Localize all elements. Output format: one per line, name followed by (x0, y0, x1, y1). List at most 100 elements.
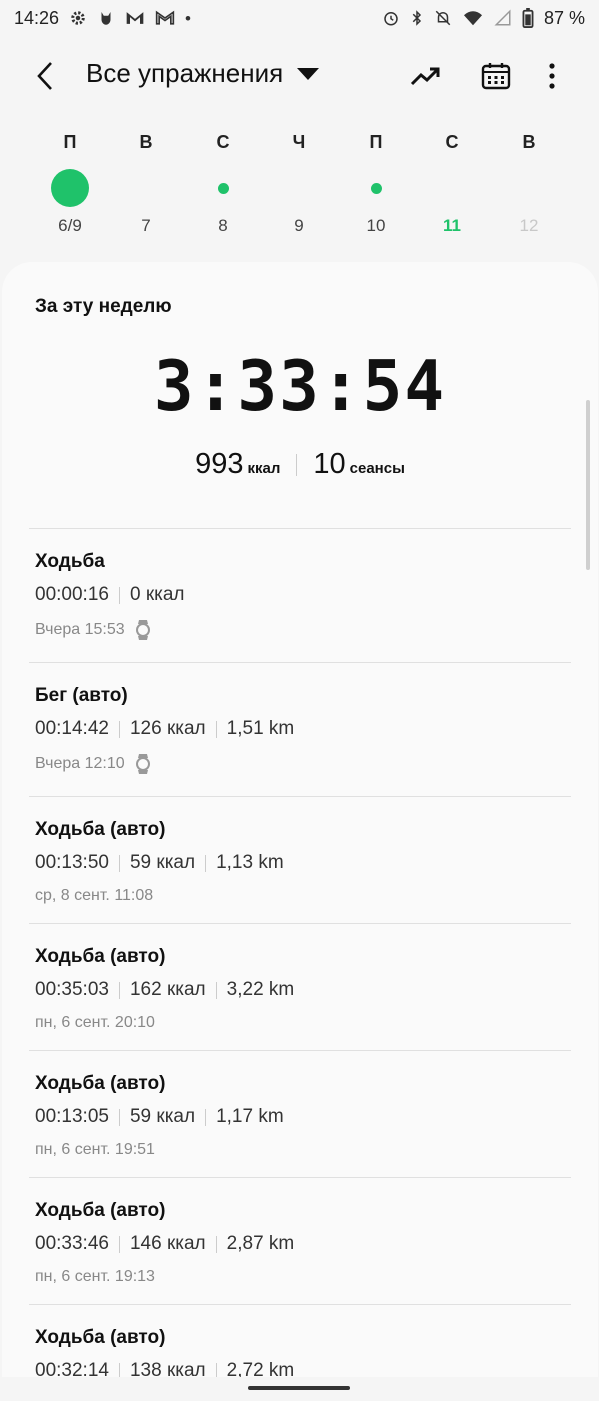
more-vert-icon (549, 63, 555, 89)
day-number: 9 (294, 216, 304, 235)
workout-distance: 1,13 km (216, 852, 284, 873)
workout-datetime: Вчера 12:10 (35, 753, 151, 775)
stat-separator (215, 981, 217, 999)
workout-item[interactable]: Ходьба (авто) 00:13:50 59 ккал 1,13 km ср, 8… (29, 797, 571, 923)
day-letter: В (139, 132, 153, 152)
weekly-totals: 993 ккал 10 сеансы (2, 448, 598, 481)
workout-when: пн, 6 сент. 19:13 (35, 1268, 155, 1285)
workout-datetime: пн, 6 сент. 19:13 (35, 1268, 155, 1286)
more-options-button[interactable] (534, 58, 570, 94)
workout-duration: 00:13:50 (35, 852, 109, 873)
day-number: 11 (443, 216, 461, 235)
stat-separator (118, 854, 120, 872)
workout-datetime: пн, 6 сент. 20:10 (35, 1014, 155, 1032)
stat-separator (118, 981, 120, 999)
stat-separator (118, 586, 120, 604)
workout-item[interactable]: Ходьба (авто) 00:33:46 146 ккал 2,87 km пн, … (29, 1178, 571, 1304)
workout-calories: 0 ккал (129, 584, 185, 605)
status-bar: 14:26 • 87 % (0, 0, 599, 36)
dot-icon: • (185, 8, 191, 28)
workout-title: Ходьба (авто) (35, 1200, 166, 1221)
day-letter: С (216, 132, 230, 152)
settings-icon (71, 11, 85, 25)
stat-separator (118, 1235, 120, 1253)
status-time: 14:26 (14, 7, 60, 28)
workout-calories: 146 ккал (129, 1233, 206, 1254)
activity-indicator (116, 168, 176, 208)
total-duration: 3:33:54 (153, 346, 447, 427)
activity-indicator (422, 168, 482, 208)
workout-calories: 59 ккал (129, 852, 196, 873)
navigation-bar (0, 1377, 599, 1401)
workout-stats: 00:13:50 59 ккал 1,13 km (35, 852, 284, 874)
workout-when: ср, 8 сент. 11:08 (35, 887, 154, 904)
workout-when: пн, 6 сент. 19:51 (35, 1141, 155, 1158)
activity-indicator (269, 168, 329, 208)
activity-indicator (193, 168, 253, 208)
workout-title: Ходьба (35, 551, 105, 572)
day-number: 6/9 (58, 216, 82, 235)
back-button[interactable] (30, 58, 60, 94)
workout-duration: 00:13:05 (35, 1106, 109, 1127)
workout-datetime: ср, 8 сент. 11:08 (35, 887, 153, 905)
exercise-filter-dropdown[interactable]: Все упражнения (86, 58, 320, 89)
day-letter: П (369, 132, 383, 152)
trend-button[interactable] (408, 58, 444, 94)
workout-distance: 1,51 km (226, 718, 295, 739)
workout-when: Вчера 12:10 (35, 755, 125, 772)
stat-separator (118, 1108, 120, 1126)
bluetooth-icon (412, 10, 422, 26)
day-letter: Ч (292, 132, 306, 152)
workout-distance: 1,17 km (216, 1106, 284, 1127)
workout-list: Ходьба 00:00:16 0 ккал Вчера 15:53 Бег (авто… (29, 528, 571, 1401)
workout-title: Ходьба (авто) (35, 1073, 166, 1094)
day-letter: П (63, 132, 77, 152)
calendar-button[interactable] (478, 58, 514, 94)
gmail-icon (155, 10, 175, 25)
workout-distance: 3,22 km (226, 979, 295, 1000)
workout-datetime: Вчера 15:53 (35, 619, 151, 641)
stat-separator (118, 720, 120, 738)
activity-indicator (346, 168, 406, 208)
workout-when: пн, 6 сент. 20:10 (35, 1014, 155, 1031)
workout-stats: 00:00:16 0 ккал (35, 584, 185, 606)
home-gesture-handle[interactable] (248, 1386, 350, 1390)
activity-indicator (40, 168, 100, 208)
workout-item[interactable]: Ходьба (авто) 00:35:03 162 ккал 3,22 km пн, … (29, 924, 571, 1050)
workout-item[interactable]: Бег (авто) 00:14:42 126 ккал 1,51 km Вчера 1… (29, 663, 571, 796)
wifi-icon (463, 11, 482, 26)
workout-item[interactable]: Ходьба 00:00:16 0 ккал Вчера 15:53 (29, 529, 571, 662)
day-number: 7 (141, 216, 151, 235)
workout-duration: 00:14:42 (35, 718, 109, 739)
goal-dot (51, 169, 89, 207)
workout-title: Ходьба (авто) (35, 946, 166, 967)
workout-datetime: пн, 6 сент. 19:51 (35, 1141, 155, 1159)
activity-indicator (499, 168, 559, 208)
week-strip: П 6/9 В 7 С 8 Ч 9 П 10 С 11 В 12 (0, 118, 599, 248)
signal-icon (494, 9, 511, 26)
stat-separator (205, 1108, 207, 1126)
page-title: Все упражнения (86, 58, 284, 88)
mute-icon (435, 10, 451, 26)
stat-separator (205, 854, 207, 872)
workout-title: Ходьба (авто) (35, 819, 166, 840)
day-letter: С (445, 132, 459, 152)
total-sessions: 10 (313, 448, 346, 480)
workout-stats: 00:33:46 146 ккал 2,87 km (35, 1233, 294, 1255)
total-calories: 993 (195, 448, 244, 480)
workout-calories: 162 ккал (129, 979, 206, 1000)
workout-stats: 00:14:42 126 ккал 1,51 km (35, 718, 294, 740)
workout-stats: 00:13:05 59 ккал 1,17 km (35, 1106, 284, 1128)
caret-down-icon (297, 67, 320, 80)
workout-item[interactable]: Ходьба (авто) 00:13:05 59 ккал 1,17 km пн, 6… (29, 1051, 571, 1177)
watch-icon (135, 754, 150, 774)
workout-title: Бег (авто) (35, 685, 128, 706)
day-number: 12 (519, 216, 539, 235)
workout-title: Ходьба (авто) (35, 1327, 166, 1348)
divider (296, 453, 298, 476)
watch-icon (135, 620, 150, 640)
stat-separator (215, 1235, 217, 1253)
day-letter: В (522, 132, 536, 152)
day-number: 8 (218, 216, 228, 235)
workout-duration: 00:33:46 (35, 1233, 109, 1254)
